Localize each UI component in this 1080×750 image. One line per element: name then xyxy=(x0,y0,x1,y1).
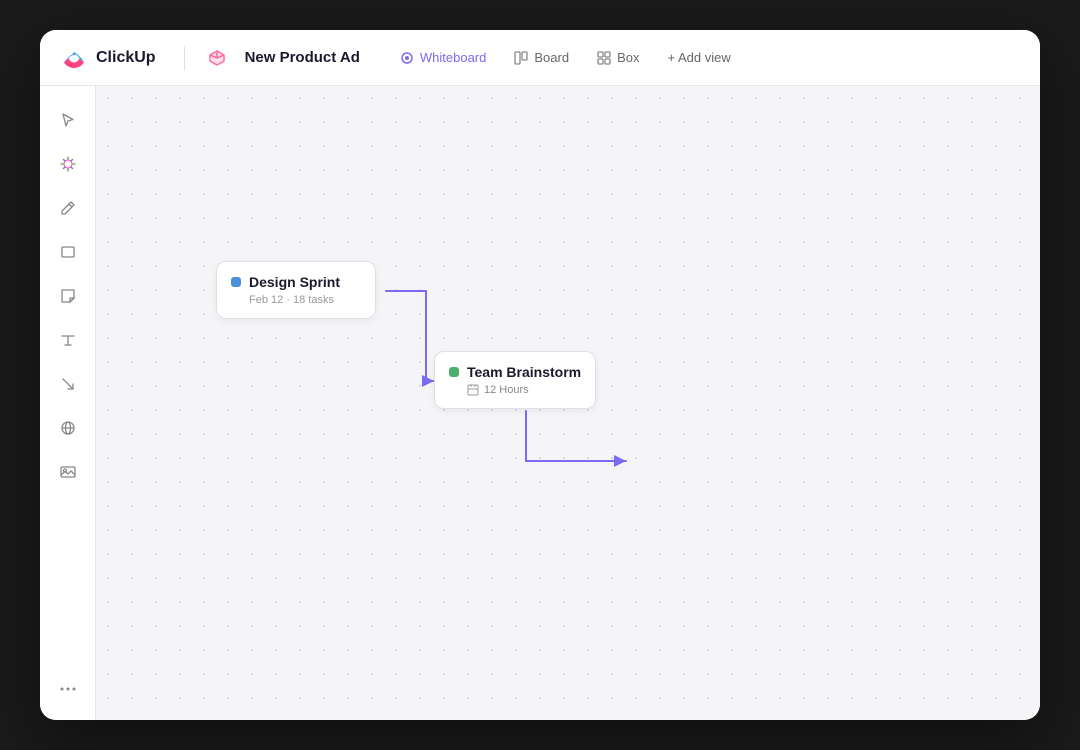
card-team-brainstorm-title: Team Brainstorm xyxy=(467,364,581,380)
project-icon xyxy=(205,46,229,70)
card-team-brainstorm-header: Team Brainstorm xyxy=(449,364,581,380)
project-title: New Product Ad xyxy=(245,49,360,66)
main-area: Design Sprint Feb 12 · 18 tasks Team Bra… xyxy=(40,86,1040,720)
whiteboard-canvas[interactable]: Design Sprint Feb 12 · 18 tasks Team Bra… xyxy=(96,86,1040,720)
add-view-button[interactable]: + Add view xyxy=(655,44,742,71)
card-design-sprint[interactable]: Design Sprint Feb 12 · 18 tasks xyxy=(216,261,376,319)
tab-board[interactable]: Board xyxy=(502,44,581,71)
image-icon[interactable] xyxy=(50,454,86,490)
connector-icon[interactable] xyxy=(50,366,86,402)
cursor-icon[interactable] xyxy=(50,102,86,138)
note-icon[interactable] xyxy=(50,278,86,314)
clickup-logo-icon xyxy=(60,44,88,72)
nav-tabs: Whiteboard Board Box + Add view xyxy=(388,44,743,71)
magic-icon[interactable] xyxy=(50,146,86,182)
text-icon[interactable] xyxy=(50,322,86,358)
globe-icon[interactable] xyxy=(50,410,86,446)
app-window: ClickUp New Product Ad Whiteboard xyxy=(40,30,1040,720)
more-options-icon[interactable] xyxy=(52,670,84,704)
header-divider xyxy=(184,46,185,70)
tab-box[interactable]: Box xyxy=(585,44,651,71)
card-design-sprint-header: Design Sprint xyxy=(231,274,361,290)
card-team-brainstorm-hours: 12 Hours xyxy=(484,384,529,396)
card-team-brainstorm-dot xyxy=(449,367,459,377)
header: ClickUp New Product Ad Whiteboard xyxy=(40,30,1040,86)
rectangle-icon[interactable] xyxy=(50,234,86,270)
pen-icon[interactable] xyxy=(50,190,86,226)
card-design-sprint-dot xyxy=(231,277,241,287)
card-design-sprint-meta: Feb 12 · 18 tasks xyxy=(249,294,361,306)
logo-text: ClickUp xyxy=(96,49,156,67)
card-design-sprint-title: Design Sprint xyxy=(249,274,340,290)
card-team-brainstorm-info: 12 Hours xyxy=(467,384,581,396)
sidebar xyxy=(40,86,96,720)
clock-icon xyxy=(467,384,479,396)
tab-whiteboard[interactable]: Whiteboard xyxy=(388,44,498,71)
logo-area: ClickUp xyxy=(60,44,156,72)
card-team-brainstorm[interactable]: Team Brainstorm 12 Hours xyxy=(434,351,596,409)
